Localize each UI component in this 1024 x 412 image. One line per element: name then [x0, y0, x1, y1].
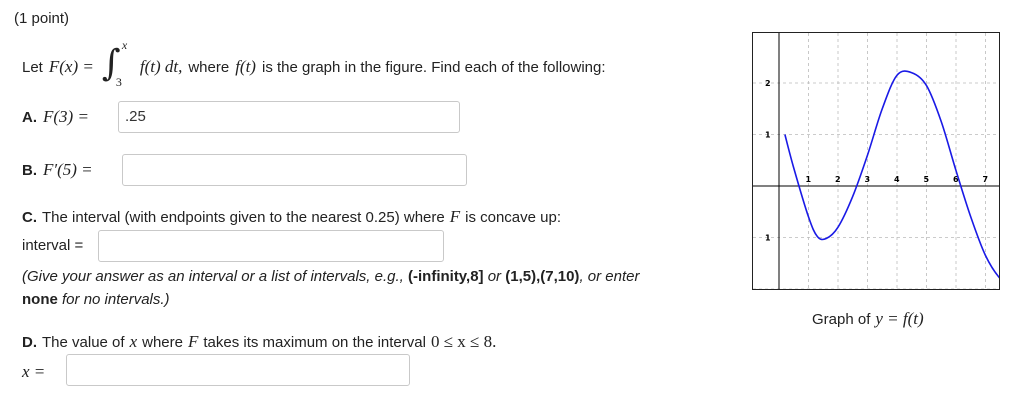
- part-b-expr: F′(5) =: [43, 160, 93, 179]
- y-tick-label: 2: [765, 79, 771, 88]
- integrand: f(t) dt,: [139, 57, 183, 76]
- part-b-label: B.: [22, 161, 37, 179]
- part-c-hint-line-1: (Give your answer as an interval or a li…: [22, 268, 639, 285]
- y-tick-label: 1: [765, 131, 771, 140]
- part-d-question: D. The value of x where F takes its maxi…: [22, 330, 496, 354]
- intro-suffix: is the graph in the figure. Find each of…: [261, 58, 606, 76]
- hint-or-1: or: [487, 268, 502, 285]
- part-d-text-1: The value of: [42, 333, 125, 351]
- part-d-interval: 0 ≤ x ≤ 8.: [430, 332, 497, 351]
- part-d-answer-input[interactable]: [66, 354, 410, 386]
- graph-frame: 1234567211: [752, 32, 1016, 290]
- part-c-hint-line-2: none for no intervals.): [22, 291, 170, 308]
- axes: [753, 33, 999, 289]
- grid: [753, 33, 999, 290]
- function-curve: [784, 70, 1016, 290]
- intro-where: where: [188, 58, 230, 76]
- x-tick-label: 5: [924, 175, 930, 184]
- x-tick-label: 1: [806, 175, 812, 184]
- x-tick-label: 7: [983, 175, 989, 184]
- y-tick-label: 1: [765, 234, 771, 243]
- part-c-label: C.: [22, 208, 37, 226]
- problem-statement: Let F(x) = ∫ x 3 f(t) dt, where f(t) is …: [22, 38, 606, 92]
- integral-lower: 3: [115, 75, 122, 89]
- part-d-label: D.: [22, 333, 37, 351]
- hint-end: for no intervals.): [62, 291, 170, 308]
- part-c-answer-input[interactable]: [98, 230, 444, 262]
- part-d-var-F: F: [187, 332, 199, 351]
- part-c-question: C. The interval (with endpoints given to…: [22, 206, 561, 228]
- hint-none: none: [22, 291, 58, 308]
- part-c-text-1: The interval (with endpoints given to th…: [42, 208, 445, 226]
- part-a-expr: F(3) =: [43, 107, 89, 126]
- hint-example-1: (-infinity,8]: [408, 268, 484, 285]
- part-d-var-x: x: [129, 332, 138, 351]
- part-d-answer-label: x =: [22, 362, 46, 381]
- hint-example-2: (1,5),(7,10): [505, 268, 580, 285]
- part-c-text-2: is concave up:: [465, 208, 562, 226]
- intro-ft: f(t): [235, 57, 256, 76]
- part-d-text-2: where: [142, 333, 183, 351]
- tick-labels: 1 2 3 4 5 6 7211: [765, 79, 988, 243]
- intro-prefix: Let: [22, 58, 43, 76]
- part-a-answer-input[interactable]: .25: [118, 101, 460, 133]
- x-tick-label: 2: [835, 175, 841, 184]
- integral-upper: x: [121, 38, 128, 52]
- intro-fx: F(x) =: [48, 57, 94, 76]
- part-b-answer-input[interactable]: [122, 154, 467, 186]
- function-graph: 1 2 3 4 5 6 7211: [753, 33, 1016, 290]
- hint-or-2: , or enter: [579, 268, 640, 285]
- graph-caption-math: y = f(t): [875, 309, 924, 328]
- graph-caption: Graph of y = f(t): [812, 309, 924, 329]
- graph-caption-prefix: Graph of: [812, 310, 871, 328]
- x-tick-label: 4: [894, 175, 900, 184]
- part-b-label-row: B. F′(5) =: [22, 157, 93, 183]
- x-tick-label: 3: [865, 175, 871, 184]
- integral-sign: ∫ x 3: [101, 38, 128, 89]
- hint-text-1: (Give your answer as an interval or a li…: [22, 268, 404, 285]
- part-c-var: F: [449, 207, 461, 226]
- part-a-label: A.: [22, 108, 37, 126]
- part-d-text-3: takes its maximum on the interval: [203, 333, 426, 351]
- part-a-label-row: A. F(3) =: [22, 104, 89, 130]
- points-label: (1 point): [14, 10, 70, 27]
- part-c-interval-label: interval =: [22, 237, 84, 254]
